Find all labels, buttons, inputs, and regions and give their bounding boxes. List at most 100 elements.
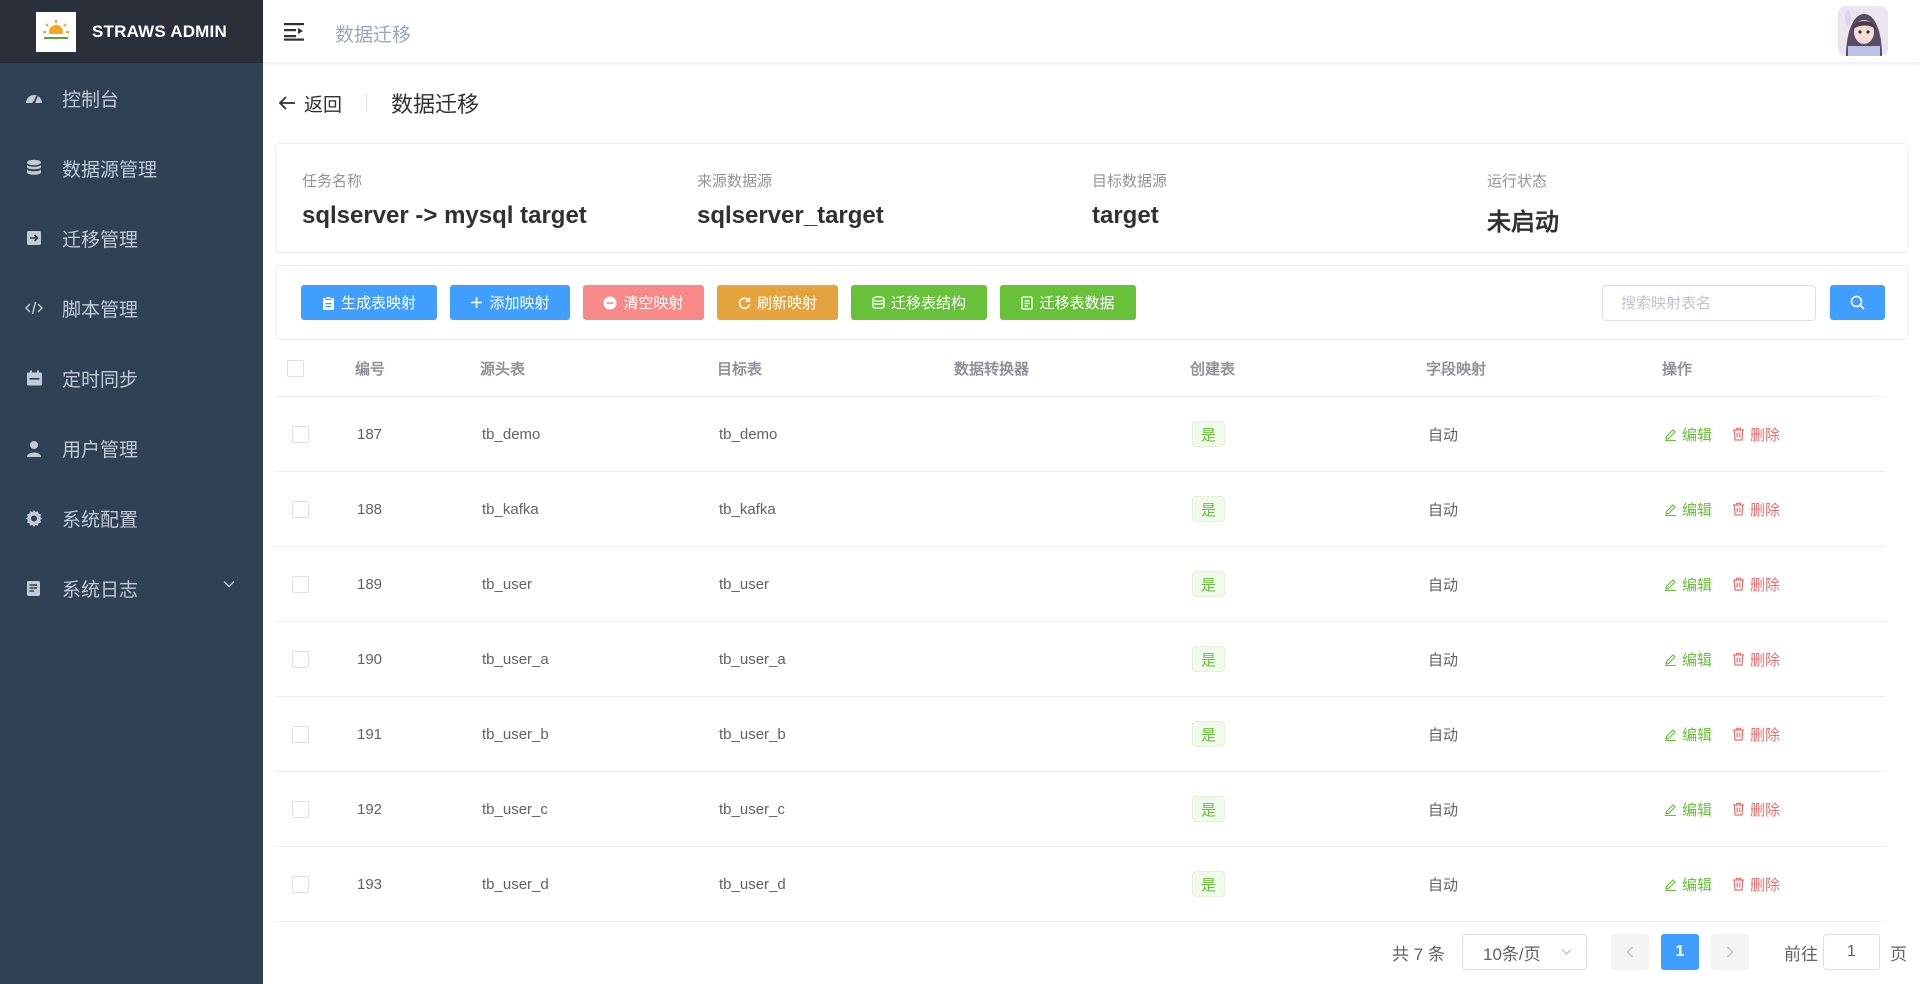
refresh-mapping-label: 刷新映射 — [756, 295, 817, 312]
trash-icon — [1733, 727, 1745, 741]
edit-button[interactable]: 编辑 — [1664, 724, 1712, 745]
edit-button[interactable]: 编辑 — [1664, 424, 1712, 445]
task-info-card: 任务名称 sqlserver -> mysql target 来源数据源 sql… — [275, 143, 1908, 253]
col-converter-header: 数据转换器 — [954, 360, 1030, 378]
sidebar-item-migrate[interactable]: 迁移管理 — [0, 203, 263, 273]
create-table-tag: 是 — [1192, 646, 1226, 672]
cell-id: 192 — [357, 800, 383, 818]
sidebar-item-dashboard[interactable]: 控制台 — [0, 63, 263, 133]
trash-icon — [1733, 652, 1745, 666]
cell-id: 193 — [357, 875, 383, 893]
col-create-header: 创建表 — [1190, 360, 1236, 378]
edit-icon — [1665, 878, 1676, 891]
select-all-checkbox[interactable] — [287, 359, 304, 377]
generate-mapping-button[interactable]: 生成表映射 — [301, 285, 437, 320]
sidebar-item-label: 系统配置 — [62, 509, 139, 531]
row-checkbox[interactable] — [292, 725, 309, 743]
clipboard-icon — [322, 295, 334, 310]
row-checkbox[interactable] — [292, 575, 309, 593]
breadcrumb[interactable]: 数据迁移 — [335, 20, 411, 47]
page-header: 返回 数据迁移 — [278, 88, 479, 118]
migrate-data-button[interactable]: 迁移表数据 — [1000, 285, 1136, 320]
prev-page-button[interactable] — [1611, 934, 1649, 970]
edit-button[interactable]: 编辑 — [1664, 874, 1712, 895]
sidebar-item-log[interactable]: 系统日志 — [0, 553, 263, 623]
status-block: 运行状态 未启动 — [1487, 170, 1559, 237]
trash-icon — [1733, 577, 1745, 591]
col-target-header: 目标表 — [717, 360, 763, 378]
refresh-mapping-button[interactable]: 刷新映射 — [717, 285, 838, 320]
cell-source: tb_user — [482, 575, 533, 593]
target-block: 目标数据源 target — [1092, 170, 1167, 230]
chevron-down-icon — [223, 581, 235, 588]
delete-button[interactable]: 删除 — [1732, 424, 1780, 445]
delete-button[interactable]: 删除 — [1732, 649, 1780, 670]
cell-source: tb_demo — [482, 425, 541, 443]
chevron-right-icon — [1726, 946, 1734, 958]
row-checkbox[interactable] — [292, 650, 309, 668]
edit-icon — [1665, 653, 1676, 666]
row-checkbox[interactable] — [292, 800, 309, 818]
create-table-tag: 是 — [1192, 796, 1226, 822]
create-table-tag: 是 — [1192, 721, 1226, 747]
sidebar-item-label: 控制台 — [62, 89, 120, 111]
next-page-button[interactable] — [1711, 934, 1749, 970]
migrate-structure-button[interactable]: 迁移表结构 — [851, 285, 987, 320]
edit-icon — [1665, 803, 1676, 816]
edit-button[interactable]: 编辑 — [1664, 799, 1712, 820]
jump-page-input[interactable] — [1823, 934, 1880, 970]
sidebar: STRAWS ADMIN 控制台 数据源管理 迁移管理 脚本管理 定时同步 用户… — [0, 0, 263, 984]
search-input[interactable] — [1602, 285, 1816, 321]
cell-id: 191 — [357, 725, 383, 743]
cell-target: tb_user_d — [719, 875, 786, 893]
sidebar-item-label: 定时同步 — [62, 369, 139, 391]
row-checkbox[interactable] — [292, 425, 309, 443]
back-button[interactable]: 返回 — [278, 90, 342, 117]
cell-source: tb_user_a — [482, 650, 549, 668]
edit-label: 编辑 — [1682, 426, 1713, 444]
edit-label: 编辑 — [1682, 651, 1713, 669]
page-number-current[interactable]: 1 — [1661, 934, 1699, 970]
cell-id: 187 — [357, 425, 383, 443]
log-icon — [24, 578, 44, 598]
edit-button[interactable]: 编辑 — [1664, 649, 1712, 670]
delete-label: 删除 — [1750, 576, 1781, 594]
sidebar-item-user[interactable]: 用户管理 — [0, 413, 263, 483]
clear-mapping-label: 清空映射 — [623, 295, 684, 312]
avatar[interactable] — [1838, 6, 1888, 56]
page-size-value: 10条/页 — [1483, 944, 1541, 964]
add-mapping-button[interactable]: 添加映射 — [450, 285, 570, 320]
cell-source: tb_user_c — [482, 800, 548, 818]
delete-button[interactable]: 删除 — [1732, 724, 1780, 745]
code-icon — [24, 298, 44, 318]
clear-mapping-button[interactable]: 清空映射 — [583, 285, 704, 320]
sidebar-toggle-icon[interactable] — [283, 20, 305, 42]
sidebar-item-calendar[interactable]: 定时同步 — [0, 343, 263, 413]
document-icon — [1021, 295, 1034, 310]
edit-label: 编辑 — [1682, 726, 1713, 744]
task-name-block: 任务名称 sqlserver -> mysql target — [302, 170, 587, 230]
table-row: 192 tb_user_c tb_user_c 是 自动 编辑 删除 — [275, 772, 1886, 847]
search-button[interactable] — [1830, 285, 1885, 320]
cell-source: tb_user_b — [482, 725, 549, 743]
cell-field-map: 自动 — [1428, 426, 1459, 444]
delete-button[interactable]: 删除 — [1732, 574, 1780, 595]
cell-field-map: 自动 — [1428, 501, 1459, 519]
sidebar-item-code[interactable]: 脚本管理 — [0, 273, 263, 343]
edit-button[interactable]: 编辑 — [1664, 574, 1712, 595]
row-checkbox[interactable] — [292, 875, 309, 893]
cell-source: tb_kafka — [482, 500, 539, 518]
edit-button[interactable]: 编辑 — [1664, 499, 1712, 520]
delete-button[interactable]: 删除 — [1732, 799, 1780, 820]
sidebar-item-label: 迁移管理 — [62, 229, 139, 251]
sidebar-item-gear[interactable]: 系统配置 — [0, 483, 263, 553]
cell-target: tb_user_c — [719, 800, 785, 818]
col-fieldmap-header: 字段映射 — [1426, 360, 1487, 378]
sidebar-item-database[interactable]: 数据源管理 — [0, 133, 263, 203]
delete-button[interactable]: 删除 — [1732, 499, 1780, 520]
row-checkbox[interactable] — [292, 500, 309, 518]
page-size-select[interactable]: 10条/页 — [1462, 934, 1587, 970]
cell-field-map: 自动 — [1428, 651, 1459, 669]
cell-field-map: 自动 — [1428, 576, 1459, 594]
delete-button[interactable]: 删除 — [1732, 874, 1780, 895]
